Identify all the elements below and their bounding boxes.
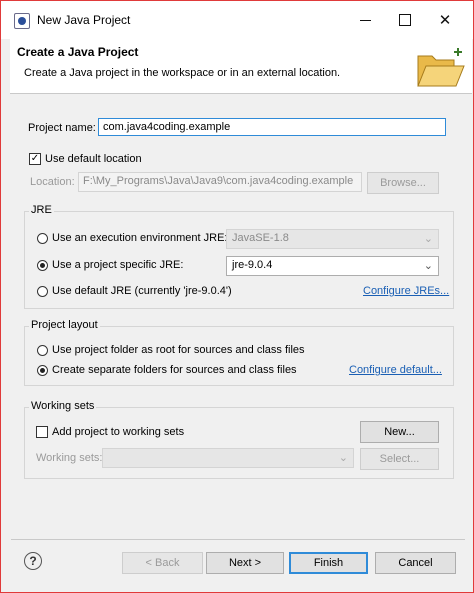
jre-specific-select-value: jre-9.0.4: [232, 259, 273, 271]
title-bar: New Java Project ✕: [1, 1, 473, 39]
page-title: Create a Java Project: [17, 45, 139, 59]
project-layout-group-title: Project layout: [29, 319, 100, 331]
new-working-set-button[interactable]: New...: [360, 421, 439, 443]
configure-default-link[interactable]: Configure default...: [349, 364, 442, 376]
window-title: New Java Project: [37, 13, 131, 27]
location-label: Location:: [30, 176, 75, 188]
jre-specific-radio[interactable]: [37, 260, 48, 271]
add-to-working-sets-label: Add project to working sets: [52, 426, 185, 438]
jre-default-radio[interactable]: [37, 286, 48, 297]
dialog-window: New Java Project ✕ Create a Java Project…: [0, 0, 474, 593]
jre-specific-select[interactable]: jre-9.0.4 ⌄: [226, 256, 439, 276]
working-sets-group-title: Working sets: [29, 400, 97, 412]
jre-default-label: Use default JRE (currently 'jre-9.0.4'): [52, 285, 232, 297]
maximize-button[interactable]: [386, 5, 424, 35]
configure-jres-link[interactable]: Configure JREs...: [363, 285, 449, 297]
jre-env-select[interactable]: JavaSE-1.8 ⌄: [226, 229, 439, 249]
working-sets-select[interactable]: ⌄: [102, 448, 354, 468]
eclipse-app-icon: [14, 13, 30, 29]
layout-separate-label: Create separate folders for sources and …: [52, 364, 297, 376]
add-to-working-sets-checkbox[interactable]: [36, 426, 48, 438]
back-button[interactable]: < Back: [122, 552, 203, 574]
layout-separate-radio[interactable]: [37, 365, 48, 376]
jre-group-title: JRE: [29, 204, 54, 216]
project-layout-group: [24, 326, 454, 386]
use-default-location-checkbox[interactable]: ✓: [29, 153, 41, 165]
help-icon[interactable]: ?: [24, 552, 42, 570]
chevron-down-icon: ⌄: [423, 260, 433, 272]
layout-root-label: Use project folder as root for sources a…: [52, 344, 305, 356]
chevron-down-icon: ⌄: [423, 233, 433, 245]
jre-env-radio[interactable]: [37, 233, 48, 244]
close-button[interactable]: ✕: [426, 5, 464, 35]
chevron-down-icon: ⌄: [338, 452, 348, 464]
minimize-icon: [359, 19, 371, 21]
maximize-icon: [399, 14, 411, 26]
select-working-sets-button[interactable]: Select...: [360, 448, 439, 470]
jre-specific-label: Use a project specific JRE:: [52, 259, 184, 271]
footer-divider: [11, 539, 465, 540]
browse-button[interactable]: Browse...: [367, 172, 439, 194]
layout-root-radio[interactable]: [37, 345, 48, 356]
jre-env-label: Use an execution environment JRE:: [52, 232, 228, 244]
close-icon: ✕: [438, 12, 452, 29]
jre-env-select-value: JavaSE-1.8: [232, 232, 289, 244]
project-name-input[interactable]: com.java4coding.example: [98, 118, 446, 136]
cancel-button[interactable]: Cancel: [375, 552, 456, 574]
minimize-button[interactable]: [346, 5, 384, 35]
project-name-label: Project name:: [28, 122, 96, 134]
working-sets-label: Working sets:: [36, 452, 103, 464]
wizard-header: Create a Java Project Create a Java proj…: [10, 39, 472, 94]
finish-button[interactable]: Finish: [289, 552, 368, 574]
page-description: Create a Java project in the workspace o…: [24, 67, 341, 79]
next-button[interactable]: Next >: [206, 552, 284, 574]
open-folder-icon: [417, 48, 465, 87]
use-default-location-label: Use default location: [45, 153, 142, 165]
location-input[interactable]: F:\My_Programs\Java\Java9\com.java4codin…: [78, 172, 362, 192]
